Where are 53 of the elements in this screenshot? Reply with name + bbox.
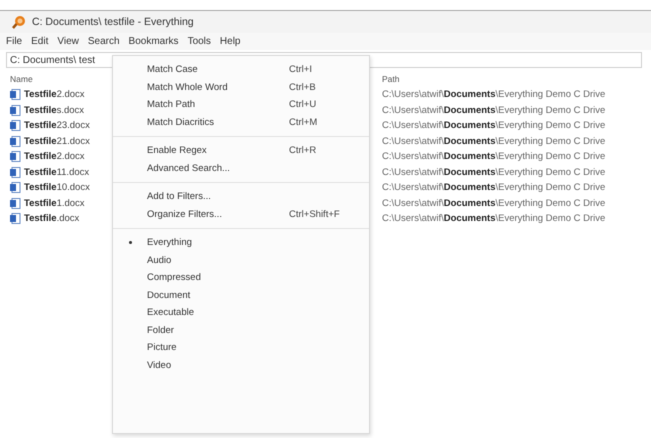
menu-item[interactable]: Search <box>88 36 120 47</box>
file-path: C:\Users\atwif\Documents\Everything Demo C Drive <box>382 198 606 209</box>
document-icon <box>10 166 21 178</box>
menu-option[interactable]: Enable Regex Ctrl+R <box>113 142 369 160</box>
filter-option[interactable]: Folder <box>113 322 369 339</box>
file-name: Testfile2.docx <box>24 151 85 162</box>
file-path: C:\Users\atwif\Documents\Everything Demo C Drive <box>382 136 606 147</box>
menu-item[interactable]: Help <box>220 36 240 47</box>
menu-option[interactable]: Add to Filters... <box>113 188 369 206</box>
menu-option[interactable]: Match Path Ctrl+U <box>113 96 369 114</box>
file-name: Testfile11.docx <box>24 166 90 178</box>
file-name: Testfile2.docx <box>24 89 85 100</box>
file-name: Testfile21.docx <box>24 136 90 147</box>
document-icon <box>10 120 21 132</box>
file-name: Testfile10.docx <box>24 182 90 194</box>
magnifier-icon <box>12 15 26 29</box>
file-path: C:\Users\atwif\Documents\Everything Demo C Drive <box>382 104 606 116</box>
filter-option[interactable]: Document <box>113 286 369 304</box>
document-icon <box>10 151 21 162</box>
menu-item[interactable]: Edit <box>31 36 48 47</box>
menu-option[interactable]: Match Case Ctrl+I <box>113 61 369 78</box>
filter-option[interactable]: Picture <box>113 339 369 356</box>
file-path: C:\Users\atwif\Documents\Everything Demo C Drive <box>382 182 606 194</box>
menu-item[interactable]: Bookmarks <box>128 36 179 47</box>
file-name: Testfile23.docx <box>24 120 90 132</box>
file-path: C:\Users\atwif\Documents\Everything Demo C Drive <box>382 213 606 224</box>
filter-option[interactable]: Video <box>113 356 369 374</box>
filter-option[interactable]: Executable <box>113 304 369 322</box>
menu-item[interactable]: View <box>57 36 79 47</box>
window-title: C: Documents\ testfile - Everything <box>32 16 194 28</box>
menu-item[interactable]: File <box>6 36 22 47</box>
filter-option[interactable]: Everything <box>113 234 369 252</box>
document-icon <box>10 89 21 100</box>
filter-option[interactable]: Audio <box>113 252 369 269</box>
file-path: C:\Users\atwif\Documents\Everything Demo C Drive <box>382 166 606 178</box>
menu-item[interactable]: Tools <box>188 36 211 47</box>
file-path: C:\Users\atwif\Documents\Everything Demo C Drive <box>382 89 606 100</box>
file-path: C:\Users\atwif\Documents\Everything Demo C Drive <box>382 151 606 162</box>
filter-option[interactable]: Compressed <box>113 269 369 286</box>
file-name: Testfile1.docx <box>24 198 85 209</box>
document-icon <box>10 104 21 116</box>
menu-option[interactable]: Organize Filters... Ctrl+Shift+F <box>113 206 369 223</box>
menu-option[interactable]: Match Whole Word Ctrl+B <box>113 78 369 96</box>
file-name: Testfile.docx <box>24 213 80 224</box>
document-icon <box>10 213 21 224</box>
column-header[interactable]: Path <box>382 74 651 84</box>
menu-option[interactable]: Match Diacritics Ctrl+M <box>113 114 369 131</box>
file-path: C:\Users\atwif\Documents\Everything Demo C Drive <box>382 120 606 132</box>
menu-option[interactable]: Advanced Search... <box>113 160 369 177</box>
document-icon <box>10 136 21 147</box>
file-name: Testfiles.docx <box>24 104 84 116</box>
document-icon <box>10 198 21 209</box>
document-icon <box>10 182 21 194</box>
